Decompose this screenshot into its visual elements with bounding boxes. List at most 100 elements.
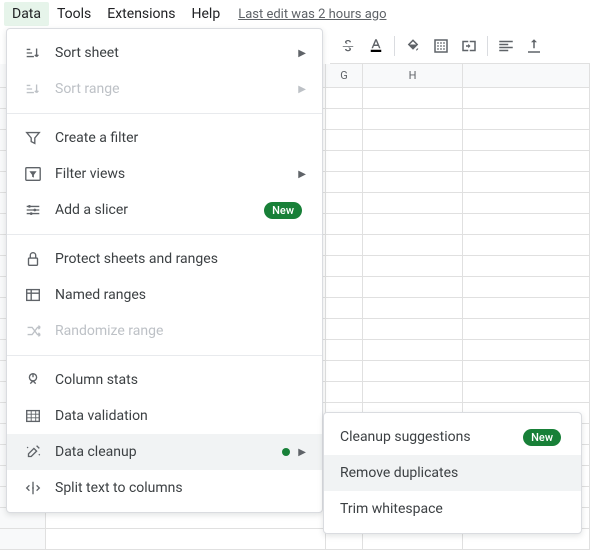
submenu-item-label: Trim whitespace [340, 501, 565, 517]
data-cleanup-submenu: Cleanup suggestionsNewRemove duplicates T… [323, 412, 582, 534]
indicator-dot [282, 448, 290, 456]
menu-item-filter-views[interactable]: Filter views▶ [7, 156, 322, 192]
menu-extensions[interactable]: Extensions [99, 2, 183, 26]
menu-item-label: Sort range [55, 81, 298, 97]
submenu-arrow-icon: ▶ [298, 48, 306, 59]
menu-item-sort-range: Sort range▶ [7, 71, 322, 107]
horizontal-align-icon[interactable] [494, 34, 518, 58]
cell[interactable] [363, 109, 463, 129]
cell[interactable] [363, 256, 463, 276]
menu-item-column-stats[interactable]: Column stats [7, 362, 322, 398]
cell[interactable] [326, 214, 363, 234]
menu-item-label: Filter views [55, 166, 298, 182]
cell[interactable] [363, 298, 463, 318]
cell[interactable] [463, 130, 590, 150]
cell[interactable] [463, 382, 590, 402]
cell[interactable] [363, 151, 463, 171]
cell[interactable] [463, 235, 590, 255]
slicer-icon [23, 200, 43, 220]
cell[interactable] [463, 214, 590, 234]
sort-range-icon [23, 79, 43, 99]
cell[interactable] [363, 214, 463, 234]
cell[interactable] [463, 340, 590, 360]
cell[interactable] [326, 298, 363, 318]
cell[interactable] [326, 277, 363, 297]
cell[interactable] [363, 193, 463, 213]
cell[interactable] [363, 277, 463, 297]
cell[interactable] [463, 88, 590, 108]
cell[interactable] [363, 172, 463, 192]
cell[interactable] [326, 193, 363, 213]
menu-item-label: Protect sheets and ranges [55, 251, 306, 267]
menu-item-split-text-to-columns[interactable]: Split text to columns [7, 470, 322, 506]
cell[interactable] [463, 319, 590, 339]
menu-item-create-a-filter[interactable]: Create a filter [7, 120, 322, 156]
cell[interactable] [463, 151, 590, 171]
cell[interactable] [363, 130, 463, 150]
menu-item-named-ranges[interactable]: Named ranges [7, 277, 322, 313]
cell[interactable] [463, 193, 590, 213]
fill-color-icon[interactable] [401, 34, 425, 58]
cell[interactable] [463, 256, 590, 276]
submenu-item-label: Cleanup suggestions [340, 429, 523, 445]
cell[interactable] [326, 382, 363, 402]
strikethrough-icon[interactable] [336, 34, 360, 58]
cell[interactable] [363, 319, 463, 339]
menu-item-protect-sheets-and-ranges[interactable]: Protect sheets and ranges [7, 241, 322, 277]
submenu-item-remove-duplicates[interactable]: Remove duplicates [324, 455, 581, 491]
column-header-h[interactable]: H [363, 64, 463, 87]
menu-item-add-a-slicer[interactable]: Add a slicerNew [7, 192, 322, 228]
named-ranges-icon [23, 285, 43, 305]
merge-cells-icon[interactable] [457, 34, 481, 58]
submenu-arrow-icon: ▶ [298, 84, 306, 95]
menu-item-label: Sort sheet [55, 45, 298, 61]
cell[interactable] [363, 382, 463, 402]
cell[interactable] [363, 361, 463, 381]
column-header-blank[interactable] [463, 64, 590, 87]
vertical-align-icon[interactable] [522, 34, 546, 58]
split-icon [23, 478, 43, 498]
cell[interactable] [363, 88, 463, 108]
cell[interactable] [326, 151, 363, 171]
submenu-item-trim-whitespace[interactable]: Trim whitespace [324, 491, 581, 527]
cell[interactable] [46, 529, 326, 549]
filter-views-icon [23, 164, 43, 184]
menu-item-randomize-range: Randomize range [7, 313, 322, 349]
cell[interactable] [326, 256, 363, 276]
borders-icon[interactable] [429, 34, 453, 58]
toolbar [330, 28, 590, 64]
menu-item-label: Data cleanup [55, 444, 282, 460]
cell[interactable] [463, 277, 590, 297]
column-header-g[interactable]: G [326, 64, 363, 87]
submenu-item-cleanup-suggestions[interactable]: Cleanup suggestionsNew [324, 419, 581, 455]
cell[interactable] [326, 319, 363, 339]
menu-data[interactable]: Data [4, 2, 49, 26]
cell[interactable] [326, 235, 363, 255]
column-stats-icon [23, 370, 43, 390]
menu-item-label: Create a filter [55, 130, 306, 146]
cell[interactable] [326, 109, 363, 129]
menu-item-label: Randomize range [55, 323, 306, 339]
menu-separator [7, 234, 322, 235]
cell[interactable] [326, 172, 363, 192]
cell[interactable] [463, 172, 590, 192]
cell[interactable] [326, 130, 363, 150]
menu-help[interactable]: Help [184, 2, 229, 26]
cell[interactable] [363, 340, 463, 360]
menu-item-data-validation[interactable]: Data validation [7, 398, 322, 434]
cell[interactable] [326, 88, 363, 108]
text-color-icon[interactable] [364, 34, 388, 58]
randomize-icon [23, 321, 43, 341]
cell[interactable] [326, 340, 363, 360]
menu-separator [7, 113, 322, 114]
cell[interactable] [463, 361, 590, 381]
menu-item-data-cleanup[interactable]: Data cleanup▶ [7, 434, 322, 470]
row-header[interactable] [0, 529, 46, 549]
last-edit-link[interactable]: Last edit was 2 hours ago [238, 7, 386, 22]
cell[interactable] [463, 298, 590, 318]
cell[interactable] [463, 109, 590, 129]
menu-item-sort-sheet[interactable]: Sort sheet▶ [7, 35, 322, 71]
menu-tools[interactable]: Tools [49, 2, 99, 26]
cell[interactable] [363, 235, 463, 255]
cell[interactable] [326, 361, 363, 381]
